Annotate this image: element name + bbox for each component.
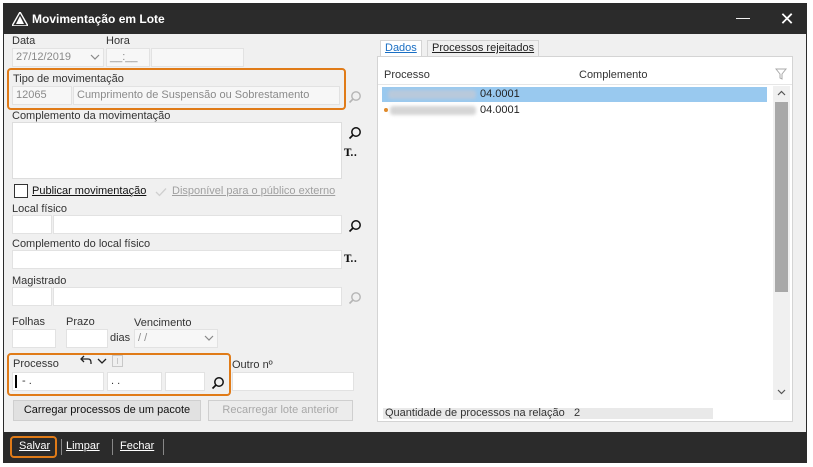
vencimento-label: Vencimento xyxy=(134,317,192,329)
dados-panel: Processo Complemento 04.0001 04.0001 Qua… xyxy=(377,56,793,422)
tipo-code: 12065 xyxy=(16,89,47,101)
title-bar: Movimentação em Lote — ✕ xyxy=(4,4,806,34)
salvar-label: Salvar xyxy=(19,440,51,452)
complemento-local-field[interactable] xyxy=(12,250,342,269)
complemento-textarea[interactable] xyxy=(12,122,342,179)
magistrado-label: Magistrado xyxy=(12,275,67,287)
scrollbar-thumb[interactable] xyxy=(775,102,788,292)
salvar-button[interactable]: Salvar xyxy=(19,440,50,452)
tab-rejeitados-label: Processos rejeitados xyxy=(432,42,535,54)
folhas-label: Folhas xyxy=(12,316,46,328)
text-tool-icon[interactable]: T.. xyxy=(344,148,357,159)
scroll-down-icon[interactable] xyxy=(777,389,786,395)
chevron-down-icon[interactable] xyxy=(90,54,100,61)
processo-suffix: 04.0001 xyxy=(480,88,520,100)
divider xyxy=(112,439,113,455)
processo-origin-field[interactable] xyxy=(165,372,205,391)
date-label: Data xyxy=(12,35,36,47)
carregar-pacote-label: Carregar processos de um pacote xyxy=(23,404,191,416)
local-fisico-label: Local físico xyxy=(12,203,68,215)
folhas-field[interactable] xyxy=(12,329,56,348)
tipo-description-field[interactable]: Cumprimento de Suspensão ou Sobrestament… xyxy=(73,86,340,105)
vencimento-field[interactable]: / / xyxy=(134,329,218,348)
check-icon xyxy=(155,188,167,197)
local-description-field[interactable] xyxy=(53,215,342,234)
divider xyxy=(163,439,164,455)
tab-dados[interactable]: Dados xyxy=(380,40,422,57)
undo-icon[interactable] xyxy=(79,354,93,366)
search-icon[interactable] xyxy=(348,291,362,305)
magistrado-name-field[interactable] xyxy=(53,287,342,306)
column-processo[interactable]: Processo xyxy=(384,69,430,81)
prazo-label: Prazo xyxy=(66,316,95,328)
batch-movement-window: Movimentação em Lote — ✕ Data 27/12/2019… xyxy=(3,3,807,463)
quantidade-label: Quantidade de processos na relação xyxy=(385,407,565,419)
vencimento-value: / / xyxy=(138,332,148,344)
table-row[interactable]: 04.0001 xyxy=(382,87,767,102)
processo-mask-1: - . xyxy=(22,375,32,387)
redacted-number xyxy=(390,106,476,115)
search-icon[interactable] xyxy=(348,90,362,104)
tab-dados-label: Dados xyxy=(385,42,417,54)
vertical-scrollbar[interactable] xyxy=(773,86,790,400)
date-value: 27/12/2019 xyxy=(16,51,72,63)
recarregar-lote-button[interactable]: Recarregar lote anterior xyxy=(208,400,353,421)
filter-icon[interactable] xyxy=(775,68,788,81)
tipo-description: Cumprimento de Suspensão ou Sobrestament… xyxy=(77,89,310,101)
prazo-field[interactable] xyxy=(66,329,108,348)
processo-mask-2: . . xyxy=(111,375,121,387)
column-complemento[interactable]: Complemento xyxy=(579,69,647,81)
minimize-button[interactable]: — xyxy=(726,8,760,30)
processo-number-field[interactable]: - . xyxy=(12,372,104,391)
time-field[interactable]: __:__ xyxy=(106,48,150,67)
disponivel-label: Disponível para o público externo xyxy=(172,185,335,197)
limpar-button[interactable]: Limpar xyxy=(66,440,100,452)
search-icon[interactable] xyxy=(211,376,225,390)
scroll-up-icon[interactable] xyxy=(777,90,786,96)
text-tool-icon[interactable]: T.. xyxy=(344,254,357,265)
processo-segment-field[interactable]: . . xyxy=(107,372,162,391)
time-extra-field[interactable] xyxy=(151,48,244,67)
tipo-code-field[interactable]: 12065 xyxy=(12,86,72,105)
outro-numero-field[interactable] xyxy=(232,372,354,391)
tab-processos-rejeitados[interactable]: Processos rejeitados xyxy=(427,40,540,57)
divider xyxy=(61,439,62,455)
fechar-button[interactable]: Fechar xyxy=(120,440,154,452)
info-icon xyxy=(112,355,123,367)
complemento-label: Complemento da movimentação xyxy=(12,110,171,122)
carregar-pacote-button[interactable]: Carregar processos de um pacote xyxy=(13,400,201,421)
time-value: __:__ xyxy=(110,51,138,63)
recarregar-lote-label: Recarregar lote anterior xyxy=(222,404,339,416)
magistrado-code-field[interactable] xyxy=(12,287,52,306)
text-cursor xyxy=(15,375,17,388)
chevron-down-icon[interactable] xyxy=(97,358,107,365)
app-logo-icon xyxy=(12,12,28,26)
processo-label: Processo xyxy=(13,358,59,370)
search-icon[interactable] xyxy=(348,126,362,140)
search-icon[interactable] xyxy=(348,219,362,233)
dias-label: dias xyxy=(110,332,131,344)
fechar-label: Fechar xyxy=(120,440,155,452)
disponivel-text: Disponível para o público externo xyxy=(172,185,336,197)
complemento-local-label: Complemento do local físico xyxy=(12,238,151,250)
chevron-down-icon[interactable] xyxy=(204,335,214,342)
time-label: Hora xyxy=(106,35,130,47)
publicar-label: Publicar movimentação xyxy=(32,185,146,197)
publicar-checkbox[interactable] xyxy=(14,184,28,198)
redacted-number xyxy=(388,90,476,99)
close-button[interactable]: ✕ xyxy=(770,8,804,30)
status-dot xyxy=(384,108,388,112)
quantidade-value: 2 xyxy=(574,407,581,419)
limpar-label: Limpar xyxy=(66,440,100,452)
outro-numero-label: Outro nº xyxy=(232,359,273,371)
publicar-text: Publicar movimentação xyxy=(32,185,147,197)
date-field[interactable]: 27/12/2019 xyxy=(12,48,104,67)
tipo-label: Tipo de movimentação xyxy=(13,73,124,85)
table-row[interactable]: 04.0001 xyxy=(382,103,767,118)
local-code-field[interactable] xyxy=(12,215,52,234)
processo-suffix: 04.0001 xyxy=(480,104,520,116)
bottom-action-bar: Salvar Limpar Fechar xyxy=(4,432,806,462)
window-title: Movimentação em Lote xyxy=(32,12,165,26)
grid-header: Processo Complemento xyxy=(378,65,792,85)
